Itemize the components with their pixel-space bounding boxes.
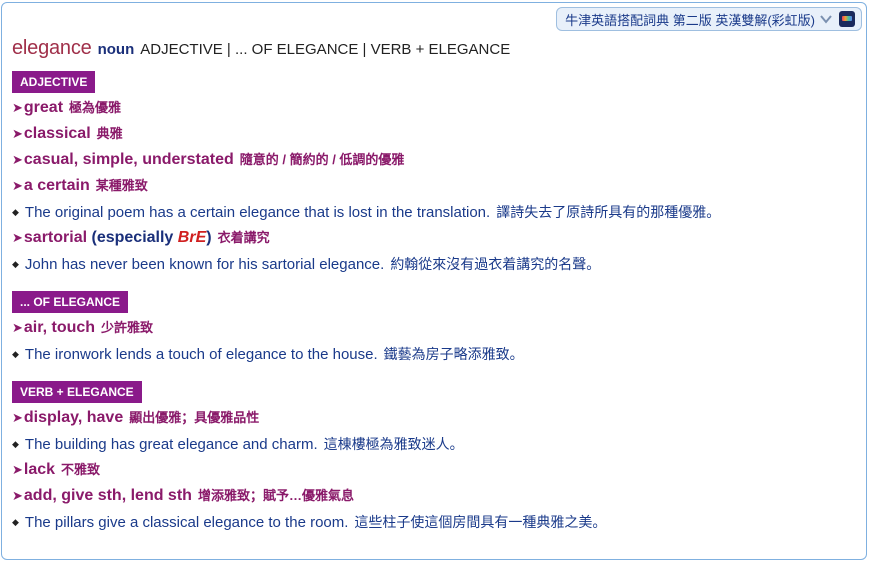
part-of-speech: noun	[97, 41, 135, 58]
collocation-translation: 衣着講究	[217, 230, 270, 245]
bullet-icon: ◆	[12, 517, 19, 527]
collocation-row[interactable]: ➤classical 典雅	[12, 121, 856, 147]
bullet-icon: ◆	[12, 439, 19, 449]
bullet-icon: ◆	[12, 259, 19, 269]
section: ADJECTIVE ➤great 極為優雅 ➤classical 典雅 ➤casual, …	[12, 63, 856, 277]
collocation-translation: 顯出優雅；具優雅品性	[129, 410, 260, 425]
collocation-text[interactable]: classical	[24, 125, 91, 142]
entry-headline: elegance noun ADJECTIVE | ... OF ELEGANC…	[12, 37, 856, 63]
collocation-row[interactable]: ➤a certain 某種雅致	[12, 173, 856, 199]
collocation-text[interactable]: display, have	[24, 409, 123, 426]
arrow-icon: ➤	[12, 230, 23, 245]
collocation-text[interactable]: lack	[24, 461, 55, 478]
example-translation: 約翰從來沒有過衣着講究的名聲。	[390, 256, 601, 272]
section-label: VERB + ELEGANCE	[12, 381, 142, 403]
collocation-translation: 典雅	[96, 126, 123, 141]
collocation-row[interactable]: ➤great 極為優雅	[12, 95, 856, 121]
note-open: (	[87, 229, 97, 246]
section: VERB + ELEGANCE ➤display, have 顯出優雅；具優雅品性 ◆…	[12, 367, 856, 535]
usage-note: especially	[96, 229, 178, 246]
arrow-icon: ➤	[12, 410, 23, 425]
collocation-translation: 少許雅致	[101, 320, 154, 335]
collocation-text[interactable]: air, touch	[24, 319, 95, 336]
collocation-row[interactable]: ➤air, touch 少許雅致	[12, 315, 856, 341]
bullet-icon: ◆	[12, 349, 19, 359]
arrow-icon: ➤	[12, 320, 23, 335]
collocation-text[interactable]: a certain	[24, 177, 90, 194]
collocation-row[interactable]: ➤sartorial (especially BrE) 衣着講究	[12, 225, 856, 251]
example-row: ◆ John has never been known for his sarto…	[12, 251, 856, 277]
example-translation: 鐵藝為房子略添雅致。	[383, 346, 524, 362]
bullet-icon: ◆	[12, 207, 19, 217]
dictionary-selector[interactable]: 牛津英語搭配詞典 第二版 英漢雙解(彩虹版)	[556, 7, 862, 31]
example-row: ◆ The original poem has a certain eleganc…	[12, 199, 856, 225]
collocation-translation: 增添雅致；賦予…優雅氣息	[197, 488, 354, 503]
example-translation: 這棟樓極為雅致迷人。	[323, 436, 464, 452]
collocation-row[interactable]: ➤lack 不雅致	[12, 457, 856, 483]
arrow-icon: ➤	[12, 126, 23, 141]
collocation-row[interactable]: ➤display, have 顯出優雅；具優雅品性	[12, 405, 856, 431]
example-row: ◆ The building has great elegance and cha…	[12, 431, 856, 457]
collocation-text[interactable]: casual, simple, understated	[24, 151, 234, 168]
collocation-row[interactable]: ➤casual, simple, understated 隨意的 / 簡約的 / …	[12, 147, 856, 173]
sections-container: ADJECTIVE ➤great 極為優雅 ➤classical 典雅 ➤casual, …	[12, 63, 856, 535]
example-text: The original poem has a certain elegance…	[24, 204, 491, 221]
collocation-translation: 不雅致	[61, 462, 101, 477]
arrow-icon: ➤	[12, 462, 23, 477]
entry-content: elegance noun ADJECTIVE | ... OF ELEGANC…	[12, 37, 856, 535]
chevron-down-icon[interactable]	[819, 12, 833, 26]
section-index: ADJECTIVE | ... OF ELEGANCE | VERB + ELE…	[140, 41, 511, 58]
dictionary-selector-label: 牛津英語搭配詞典 第二版 英漢雙解(彩虹版)	[565, 12, 815, 28]
section-label: ... OF ELEGANCE	[12, 291, 129, 313]
arrow-icon: ➤	[12, 178, 23, 193]
arrow-icon: ➤	[12, 488, 23, 503]
dictionary-logo-icon[interactable]	[839, 11, 855, 27]
collocation-row[interactable]: ➤add, give sth, lend sth 增添雅致；賦予…優雅氣息	[12, 483, 856, 509]
arrow-icon: ➤	[12, 152, 23, 167]
collocation-translation: 某種雅致	[95, 178, 148, 193]
section: ... OF ELEGANCE ➤air, touch 少許雅致 ◆ The ironw…	[12, 277, 856, 367]
example-text: The pillars give a classical elegance to…	[24, 514, 349, 531]
collocation-translation: 極為優雅	[69, 100, 122, 115]
collocation-translation: 隨意的 / 簡約的 / 低調的優雅	[239, 152, 405, 167]
dictionary-panel: 牛津英語搭配詞典 第二版 英漢雙解(彩虹版) elegance noun ADJ…	[1, 2, 867, 560]
example-text: The ironwork lends a touch of elegance t…	[24, 346, 378, 363]
example-row: ◆ The pillars give a classical elegance t…	[12, 509, 856, 535]
example-translation: 譯詩失去了原詩所具有的那種優雅。	[496, 204, 721, 220]
arrow-icon: ➤	[12, 100, 23, 115]
section-label: ADJECTIVE	[12, 71, 96, 93]
region-label: BrE	[177, 229, 207, 246]
collocation-text[interactable]: add, give sth, lend sth	[24, 487, 192, 504]
example-text: The building has great elegance and char…	[24, 436, 318, 453]
note-close: )	[206, 229, 212, 246]
headword: elegance	[12, 37, 92, 59]
example-text: John has never been known for his sartor…	[24, 256, 385, 273]
example-translation: 這些柱子使這個房間具有一種典雅之美。	[354, 514, 607, 530]
collocation-text[interactable]: great	[24, 99, 63, 116]
example-row: ◆ The ironwork lends a touch of elegance …	[12, 341, 856, 367]
collocation-text[interactable]: sartorial	[24, 229, 87, 246]
